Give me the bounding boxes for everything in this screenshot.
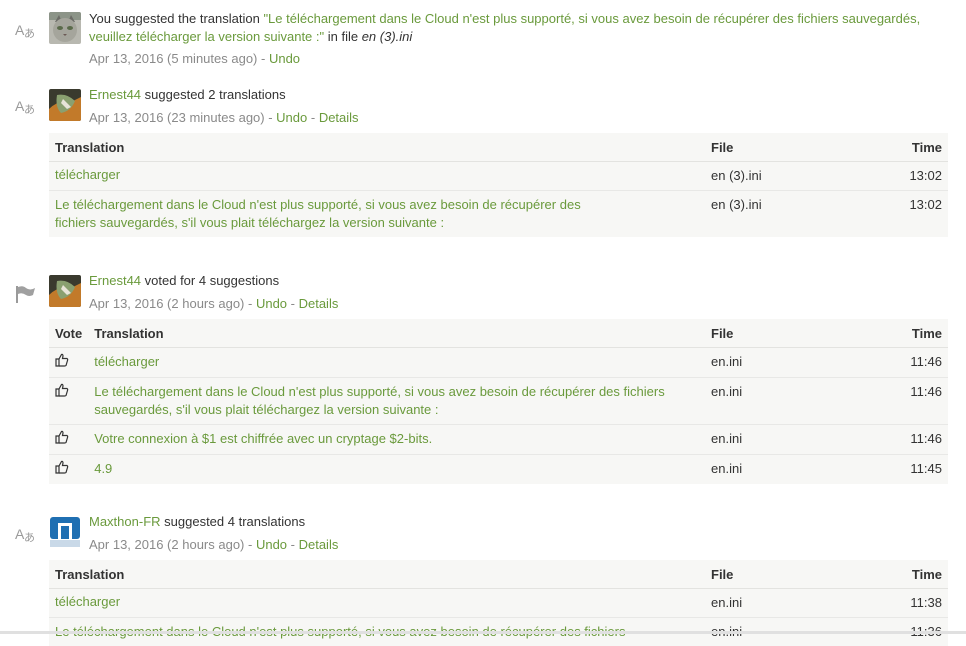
separator: - [307,110,319,125]
header-time: Time [892,133,948,162]
activity-action: suggested 2 translations [141,87,286,102]
user-link[interactable]: Maxthon-FR [89,514,161,529]
activity-text: You suggested the translation "Le téléch… [89,10,946,46]
time-cell: 11:45 [892,455,948,485]
separator: - [287,296,299,311]
time-cell: 13:02 [892,191,948,238]
timestamp: Apr 13, 2016 (5 minutes ago) [89,51,257,66]
table-row: Le téléchargement dans le Cloud n'est pl… [49,191,948,238]
avatar-maxthon[interactable] [49,516,81,548]
translations-table: Translation File Time télécharger en (3)… [49,133,948,237]
activity-action: voted for 4 suggestions [141,273,279,288]
file-cell: en.ini [705,425,892,455]
votes-table: Vote Translation File Time télécharger e… [49,319,948,484]
file-cell: en (3).ini [705,191,892,238]
user-link[interactable]: Ernest44 [89,273,141,288]
separator: - [287,537,299,552]
svg-text:あ: あ [24,27,35,40]
separator: - [257,51,269,66]
avatar-ernest44[interactable] [49,89,81,121]
translation-link[interactable]: 4.9 [94,461,112,476]
header-file: File [705,319,892,348]
user-link[interactable]: Ernest44 [89,87,141,102]
table-header-row: Vote Translation File Time [49,319,948,348]
undo-link[interactable]: Undo [276,110,307,125]
details-link[interactable]: Details [319,110,359,125]
svg-text:あ: あ [24,103,35,116]
time-cell: 11:46 [892,378,948,425]
activity-action: suggested 4 translations [161,514,306,529]
translation-link[interactable]: télécharger [55,167,120,182]
header-translation: Translation [88,319,705,348]
details-link[interactable]: Details [299,296,339,311]
translation-link[interactable]: Le téléchargement dans le Cloud n'est pl… [94,384,664,417]
avatar-ernest44[interactable] [49,275,81,307]
translate-icon: Aあ [15,20,37,40]
file-cell: en.ini [705,589,892,618]
undo-link[interactable]: Undo [269,51,300,66]
header-translation: Translation [49,560,705,589]
table-header-row: Translation File Time [49,560,948,589]
time-cell: 11:46 [892,348,948,378]
timestamp: Apr 13, 2016 (2 hours ago) [89,537,244,552]
thumbs-up-icon[interactable] [55,353,69,367]
activity-meta: Apr 13, 2016 (23 minutes ago) - Undo - D… [89,109,359,127]
table-header-row: Translation File Time [49,133,948,162]
undo-link[interactable]: Undo [256,537,287,552]
table-row: Le téléchargement dans le Cloud n'est pl… [49,378,948,425]
file-cell: en.ini [705,455,892,485]
activity-meta: Apr 13, 2016 (2 hours ago) - Undo - Deta… [89,536,338,554]
table-row: télécharger en.ini 11:38 [49,589,948,618]
thumbs-up-icon[interactable] [55,383,69,397]
translation-link[interactable]: Votre connexion à $1 est chiffrée avec u… [94,431,432,446]
translation-link[interactable]: télécharger [94,354,159,369]
details-link[interactable]: Details [299,537,339,552]
activity-prefix: You suggested the translation [89,11,263,26]
time-cell: 13:02 [892,162,948,191]
thumbs-up-icon[interactable] [55,460,69,474]
file-cell: en.ini [705,378,892,425]
activity-meta: Apr 13, 2016 (2 hours ago) - Undo - Deta… [89,295,338,313]
header-file: File [705,133,892,162]
flag-icon [15,284,37,304]
time-cell: 11:46 [892,425,948,455]
table-row: télécharger en.ini 11:46 [49,348,948,378]
activity-text: Ernest44 suggested 2 translations [89,86,946,104]
separator: - [265,110,277,125]
table-row: télécharger en (3).ini 13:02 [49,162,948,191]
translation-link[interactable]: télécharger [55,594,120,609]
undo-link[interactable]: Undo [256,296,287,311]
file-cell: en.ini [705,348,892,378]
header-file: File [705,560,892,589]
time-cell: 11:38 [892,589,948,618]
timestamp: Apr 13, 2016 (23 minutes ago) [89,110,265,125]
activity-meta: Apr 13, 2016 (5 minutes ago) - Undo [89,50,300,68]
file-cell: en (3).ini [705,162,892,191]
table-row: 4.9 en.ini 11:45 [49,455,948,485]
thumbs-up-icon[interactable] [55,430,69,444]
header-translation: Translation [49,133,705,162]
activity-text: Maxthon-FR suggested 4 translations [89,513,946,531]
svg-text:あ: あ [24,531,35,544]
timestamp: Apr 13, 2016 (2 hours ago) [89,296,244,311]
translate-icon: Aあ [15,524,37,544]
header-time: Time [892,560,948,589]
separator: - [244,537,256,552]
in-file-label: in file [324,29,362,44]
separator: - [244,296,256,311]
avatar-cat[interactable] [49,12,81,44]
activity-text: Ernest44 voted for 4 suggestions [89,272,946,290]
translation-link[interactable]: Le téléchargement dans le Cloud n'est pl… [55,197,581,230]
translate-icon: Aあ [15,96,37,116]
table-row: Votre connexion à $1 est chiffrée avec u… [49,425,948,455]
file-name: en (3).ini [362,29,413,44]
header-vote: Vote [49,319,88,348]
header-time: Time [892,319,948,348]
